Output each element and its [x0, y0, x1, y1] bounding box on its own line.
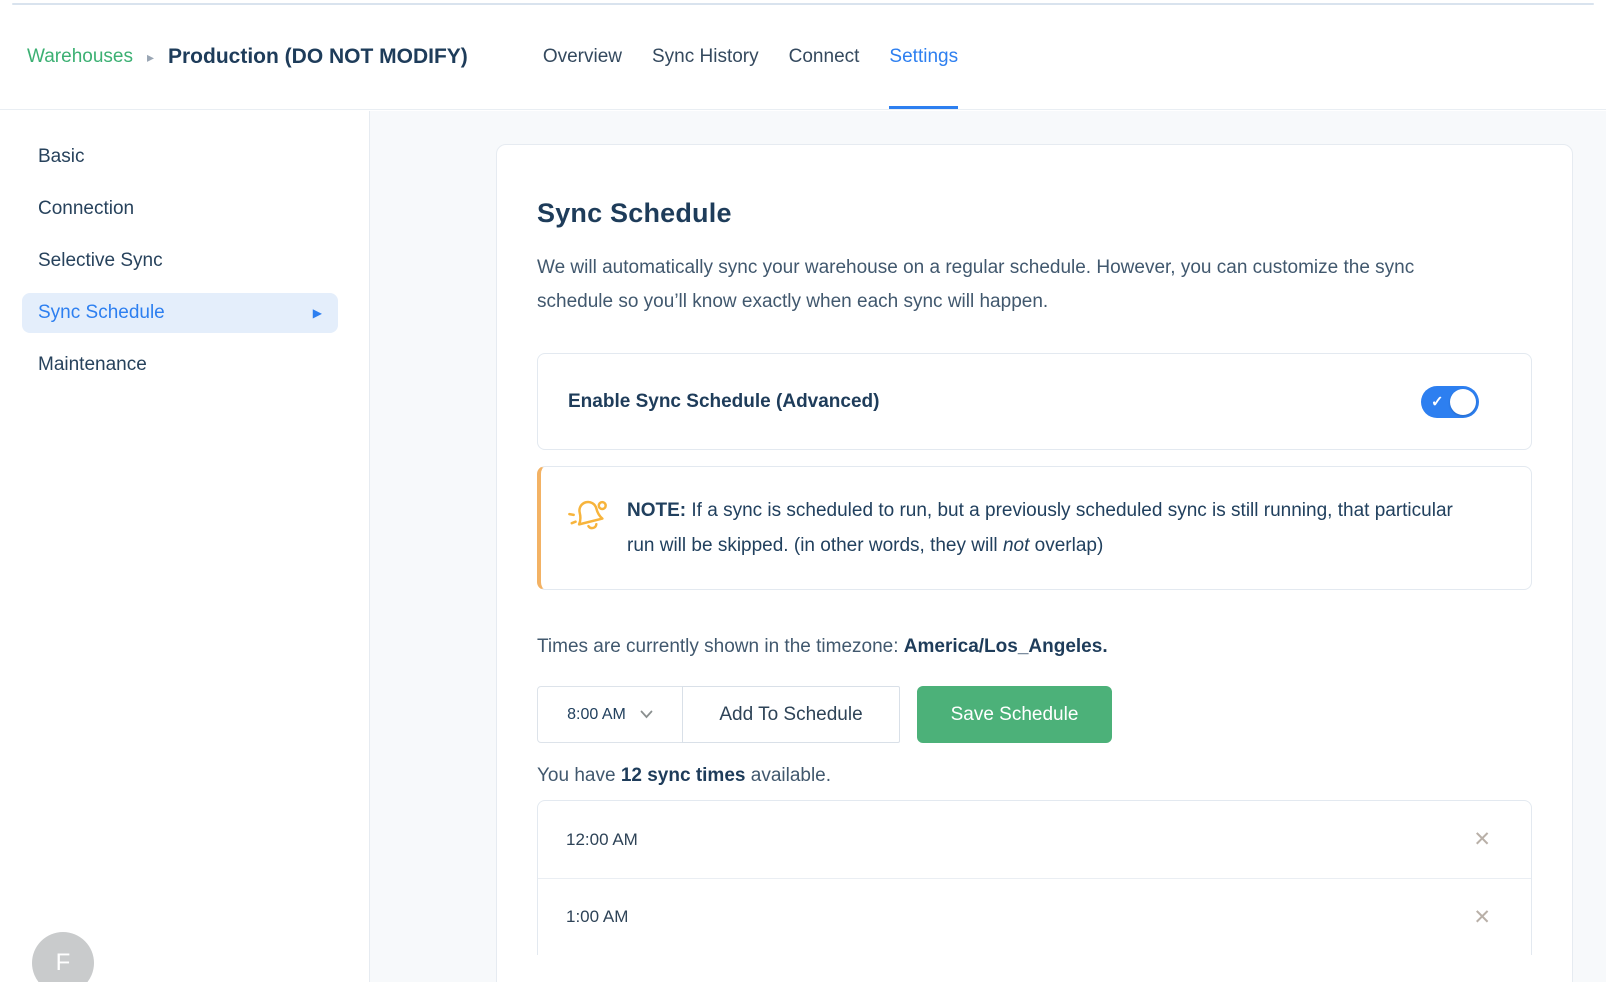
- note-italic-word: not: [1003, 535, 1029, 556]
- tab-overview[interactable]: Overview: [543, 5, 622, 109]
- section-title: Sync Schedule: [537, 198, 1532, 229]
- settings-sidebar: Basic Connection Selective Sync Sync Sch…: [0, 111, 370, 982]
- sidebar-item-maintenance[interactable]: Maintenance: [22, 345, 338, 385]
- sync-time-row: 1:00 AM ✕: [538, 878, 1531, 955]
- sidebar-item-label: Selective Sync: [38, 241, 163, 281]
- sync-schedule-card: Sync Schedule We will automatically sync…: [496, 144, 1573, 982]
- sync-time-value: 1:00 AM: [566, 907, 628, 927]
- timezone-suffix: .: [1102, 636, 1107, 657]
- sidebar-nav: Basic Connection Selective Sync Sync Sch…: [0, 111, 369, 385]
- section-description: We will automatically sync your warehous…: [537, 251, 1465, 319]
- tab-sync-history[interactable]: Sync History: [652, 5, 759, 109]
- header-tabs: Overview Sync History Connect Settings: [543, 5, 958, 109]
- enable-sync-schedule-row: Enable Sync Schedule (Advanced) ✓: [537, 353, 1532, 450]
- remove-time-close-icon[interactable]: ✕: [1473, 829, 1491, 850]
- breadcrumb: Warehouses ▸ Production (DO NOT MODIFY): [0, 5, 468, 109]
- breadcrumb-warehouses-link[interactable]: Warehouses: [27, 46, 133, 68]
- note-callout: NOTE: If a sync is scheduled to run, but…: [537, 466, 1532, 590]
- availability-after: available.: [745, 765, 831, 786]
- tab-settings[interactable]: Settings: [889, 5, 958, 109]
- sync-time-row: 12:00 AM ✕: [538, 801, 1531, 878]
- sidebar-item-label: Connection: [38, 189, 134, 229]
- page-header: Warehouses ▸ Production (DO NOT MODIFY) …: [0, 5, 1606, 110]
- sync-times-list: 12:00 AM ✕ 1:00 AM ✕: [537, 800, 1532, 955]
- time-select-dropdown[interactable]: 8:00 AM: [537, 686, 683, 743]
- active-item-arrow-icon: ▶: [313, 293, 322, 333]
- schedule-controls: 8:00 AM Add To Schedule Save Schedule: [537, 686, 1532, 743]
- check-icon: ✓: [1431, 392, 1444, 410]
- timezone-label: Times are currently shown in the timezon…: [537, 636, 904, 657]
- sidebar-item-basic[interactable]: Basic: [22, 137, 338, 177]
- sidebar-item-connection[interactable]: Connection: [22, 189, 338, 229]
- remove-time-close-icon[interactable]: ✕: [1473, 907, 1491, 928]
- tab-connect[interactable]: Connect: [789, 5, 860, 109]
- sidebar-item-label: Sync Schedule: [38, 293, 165, 333]
- sidebar-item-label: Basic: [38, 137, 84, 177]
- availability-before: You have: [537, 765, 621, 786]
- sync-time-value: 12:00 AM: [566, 830, 638, 850]
- timezone-value: America/Los_Angeles: [904, 636, 1103, 657]
- note-text: NOTE: If a sync is scheduled to run, but…: [627, 493, 1459, 563]
- toggle-label: Enable Sync Schedule (Advanced): [568, 391, 879, 413]
- toggle-knob: [1450, 389, 1476, 415]
- settings-content: Sync Schedule We will automatically sync…: [370, 111, 1606, 982]
- availability-line: You have 12 sync times available.: [537, 765, 1532, 787]
- timezone-line: Times are currently shown in the timezon…: [537, 636, 1532, 658]
- note-body-2: overlap): [1029, 535, 1103, 556]
- sidebar-item-selective-sync[interactable]: Selective Sync: [22, 241, 338, 281]
- time-select-value: 8:00 AM: [567, 706, 626, 724]
- app-window: Warehouses ▸ Production (DO NOT MODIFY) …: [0, 0, 1606, 982]
- sidebar-item-label: Maintenance: [38, 345, 147, 385]
- chevron-down-icon: [640, 706, 653, 724]
- sync-schedule-toggle[interactable]: ✓: [1421, 386, 1479, 418]
- page-title: Production (DO NOT MODIFY): [168, 45, 468, 69]
- availability-count: 12 sync times: [621, 765, 746, 786]
- sidebar-item-sync-schedule[interactable]: Sync Schedule ▶: [22, 293, 338, 333]
- bell-notification-icon: [565, 497, 609, 542]
- user-avatar[interactable]: F: [32, 932, 94, 982]
- breadcrumb-separator-icon: ▸: [147, 49, 154, 66]
- save-schedule-button[interactable]: Save Schedule: [917, 686, 1112, 743]
- note-prefix: NOTE:: [627, 500, 686, 521]
- add-to-schedule-button[interactable]: Add To Schedule: [682, 686, 900, 743]
